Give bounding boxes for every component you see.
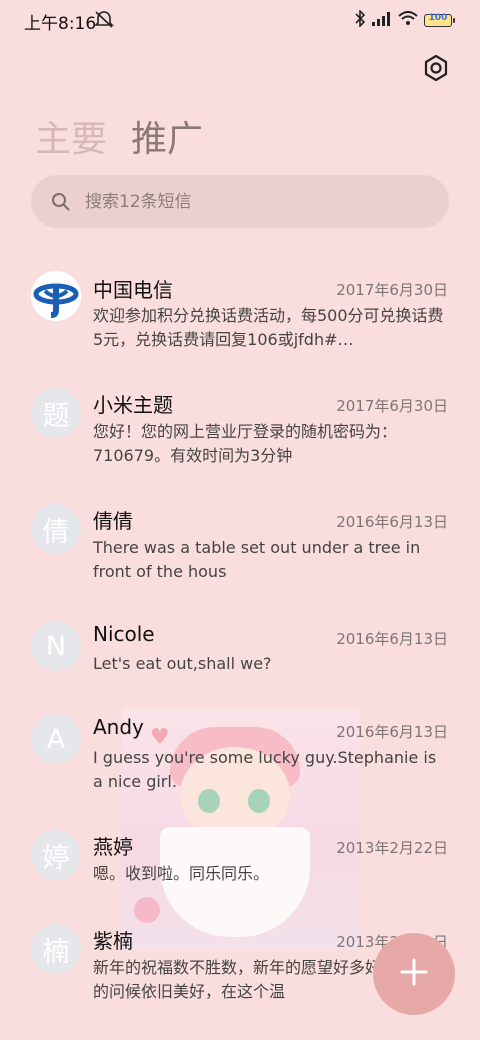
battery-level: 100 (428, 13, 448, 23)
battery-icon: 100 (424, 13, 455, 27)
wifi-icon (398, 11, 418, 30)
china-telecom-logo (31, 271, 81, 321)
conversation-item[interactable]: 题 小米主题 2017年6月30日 您好！您的网上营业厅登录的随机密码为：710… (0, 374, 480, 484)
conversation-date: 2017年6月30日 (336, 281, 448, 299)
settings-button[interactable] (420, 52, 452, 84)
new-message-button[interactable] (373, 933, 455, 1015)
avatar: 楠 (31, 924, 81, 974)
conversation-date: 2017年6月30日 (336, 397, 448, 415)
conversation-preview: There was a table set out under a tree i… (93, 538, 421, 581)
conversation-name: Andy (93, 715, 144, 739)
conversation-item[interactable]: 倩 倩倩 2016年6月13日 There was a table set ou… (0, 490, 480, 600)
conversation-preview: 嗯。收到啦。同乐同乐。 (93, 864, 270, 883)
search-input[interactable] (83, 190, 417, 213)
tab-promo[interactable]: 推广 (131, 110, 203, 162)
conversation-date: 2016年6月13日 (336, 513, 448, 531)
conversation-item[interactable]: 中国电信 2017年6月30日 欢迎参加积分兑换话费活动，每500分可兑换话费5… (0, 258, 480, 368)
status-bar: 上午8:16 100 (0, 0, 480, 40)
avatar: A (31, 714, 81, 764)
conversation-name: Nicole (93, 622, 155, 646)
conversation-date: 2016年6月13日 (336, 630, 448, 648)
bluetooth-icon (354, 9, 366, 31)
tab-bar: 主要 推广 (35, 110, 203, 162)
search-bar[interactable] (31, 175, 449, 228)
gear-icon (420, 54, 452, 88)
plus-icon (399, 957, 429, 991)
status-icons: 100 (354, 9, 455, 31)
conversation-name: 倩倩 (93, 509, 133, 533)
conversation-name: 燕婷 (93, 835, 133, 859)
conversation-name: 小米主题 (93, 393, 173, 417)
tab-main[interactable]: 主要 (35, 110, 107, 162)
conversation-preview: 您好！您的网上营业厅登录的随机密码为：710679。有效时间为3分钟 (93, 422, 398, 465)
avatar: 倩 (31, 504, 81, 554)
signal-icon (372, 11, 392, 30)
conversation-date: 2013年2月22日 (336, 839, 448, 857)
conversation-name: 紫楠 (93, 929, 133, 953)
conversation-preview: I guess you're some lucky guy.Stephanie … (93, 748, 437, 791)
avatar: N (31, 621, 81, 671)
avatar: 婷 (31, 830, 81, 880)
conversation-date: 2016年6月13日 (336, 723, 448, 741)
conversation-item[interactable]: N Nicole 2016年6月13日 Let's eat out,shall … (0, 607, 480, 697)
conversation-item[interactable]: A Andy 2016年6月13日 I guess you're some lu… (0, 700, 480, 810)
search-icon (52, 192, 70, 211)
conversation-preview: 欢迎参加积分兑换话费活动，每500分可兑换话费5元，兑换话费请回复106或jfd… (93, 306, 444, 349)
conversation-preview: Let's eat out,shall we? (93, 654, 272, 673)
avatar: 题 (31, 388, 81, 438)
conversation-name: 中国电信 (93, 278, 173, 302)
mute-icon (94, 10, 114, 32)
status-time: 上午8:16 (24, 14, 97, 34)
conversation-item[interactable]: 婷 燕婷 2013年2月22日 嗯。收到啦。同乐同乐。 (0, 816, 480, 906)
